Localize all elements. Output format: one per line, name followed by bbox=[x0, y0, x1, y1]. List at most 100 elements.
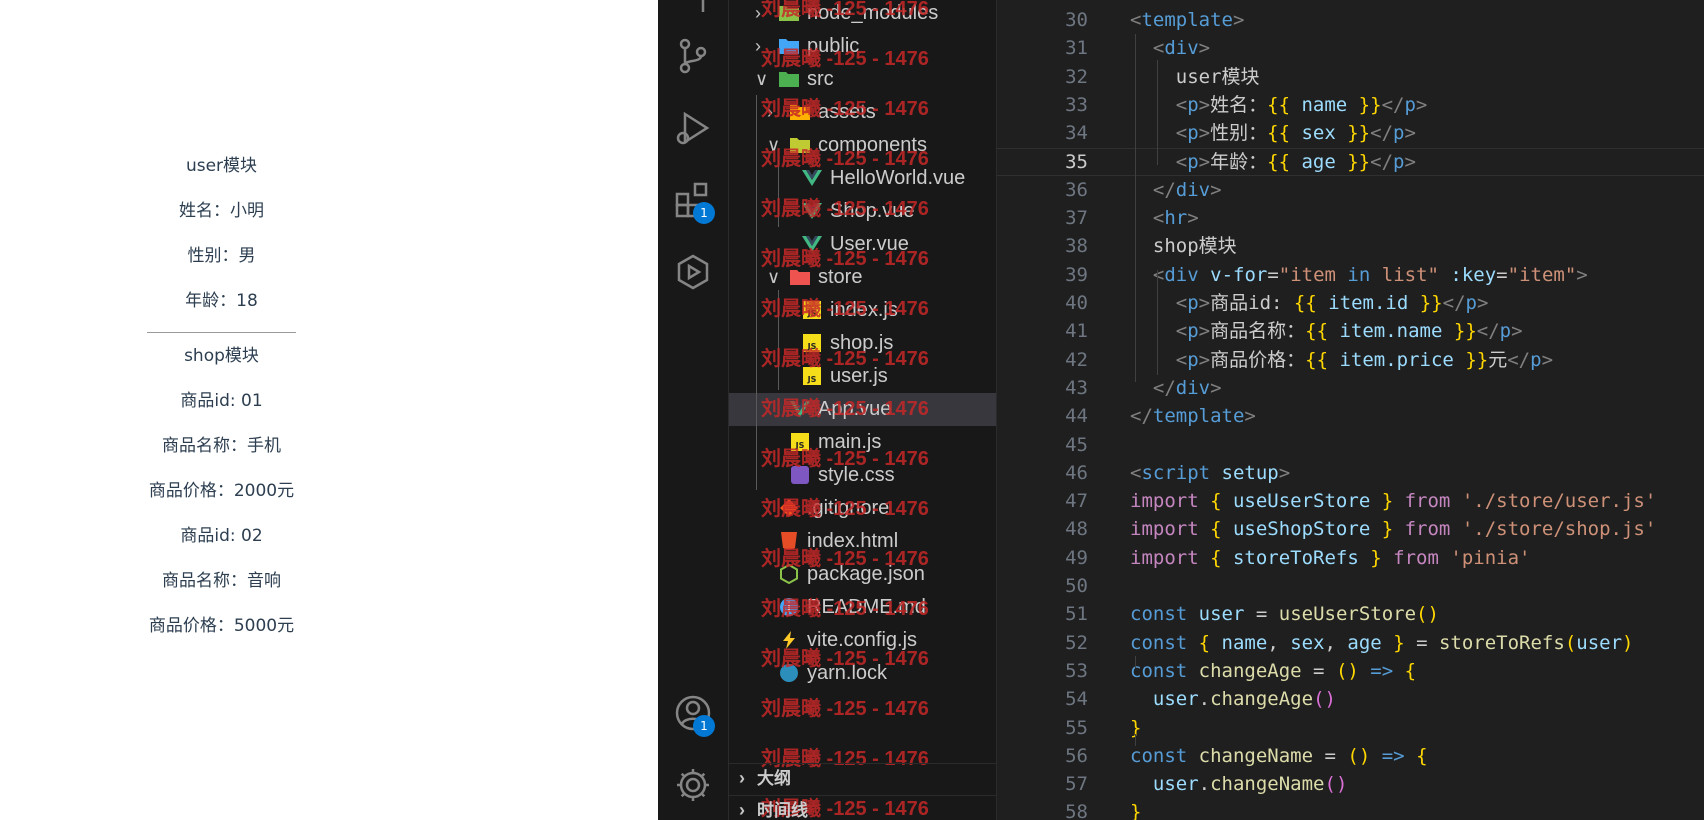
code-line[interactable]: 38 shop模块 bbox=[997, 232, 1704, 260]
code-line[interactable]: 36 </div> bbox=[997, 176, 1704, 204]
tree-item-label: shop.js bbox=[830, 332, 894, 354]
line-number: 39 bbox=[1065, 263, 1088, 286]
tree-item-label: node_modules bbox=[807, 2, 939, 24]
code-line[interactable]: 37 <hr> bbox=[997, 204, 1704, 232]
files-icon[interactable] bbox=[673, 0, 713, 20]
chevron-down-icon[interactable]: ∨ bbox=[767, 267, 781, 287]
code-text: const changeName = () => { bbox=[1130, 744, 1428, 767]
tree-file-item[interactable]: HelloWorld.vue bbox=[729, 162, 996, 195]
code-line[interactable]: 35 <p>年龄：{{ age }}</p> bbox=[997, 147, 1704, 176]
tree-file-item[interactable]: User.vue bbox=[729, 228, 996, 261]
tree-file-item[interactable]: App.vue bbox=[729, 393, 996, 426]
tree-folder-item[interactable]: ∨ components bbox=[729, 129, 996, 162]
code-line[interactable]: 55} bbox=[997, 714, 1704, 742]
chevron-right-icon[interactable]: › bbox=[767, 102, 781, 122]
tree-item-label: package.json bbox=[807, 563, 925, 585]
source-control-icon[interactable] bbox=[673, 36, 713, 76]
tree-file-item[interactable]: package.json bbox=[729, 558, 996, 591]
indent-guide bbox=[1135, 34, 1136, 382]
css-file-icon bbox=[789, 465, 811, 485]
line-number: 35 bbox=[1065, 150, 1088, 173]
tree-item-label: yarn.lock bbox=[807, 662, 888, 684]
code-line[interactable]: 50 bbox=[997, 572, 1704, 600]
code-line[interactable]: 40 <p>商品id: {{ item.id }}</p> bbox=[997, 289, 1704, 317]
tree-item-label: user.js bbox=[830, 365, 888, 387]
tree-folder-item[interactable]: ∨ store bbox=[729, 261, 996, 294]
accounts-icon[interactable]: 1 bbox=[673, 693, 715, 737]
tree-file-item[interactable]: JS main.js bbox=[729, 426, 996, 459]
tree-file-item[interactable]: style.css bbox=[729, 459, 996, 492]
indent-guide bbox=[778, 290, 779, 390]
line-number: 42 bbox=[1065, 348, 1088, 371]
horizontal-rule bbox=[147, 332, 296, 333]
line-number: 48 bbox=[1065, 518, 1088, 541]
tree-folder-item[interactable]: › assets bbox=[729, 96, 996, 129]
code-line[interactable]: 48 import { useShopStore } from './store/… bbox=[997, 515, 1704, 543]
public-folder-icon bbox=[778, 36, 800, 56]
tree-file-item[interactable]: Shop.vue bbox=[729, 195, 996, 228]
code-line[interactable]: 49 import { storeToRefs } from 'pinia' bbox=[997, 544, 1704, 572]
outline-section[interactable]: › 大纲 bbox=[729, 763, 996, 794]
code-line[interactable]: 45 bbox=[997, 431, 1704, 459]
code-line[interactable]: 57 user.changeName() bbox=[997, 770, 1704, 798]
code-line[interactable]: 42 <p>商品价格：{{ item.price }}元</p> bbox=[997, 346, 1704, 374]
tree-file-item[interactable]: index.html bbox=[729, 525, 996, 558]
tree-folder-item[interactable]: ∨ src bbox=[729, 63, 996, 96]
tree-item-label: index.js bbox=[830, 299, 898, 321]
code-line[interactable]: 33 <p>姓名：{{ name }}</p> bbox=[997, 91, 1704, 119]
code-line[interactable]: 32 user模块 bbox=[997, 63, 1704, 91]
tree-file-item[interactable]: JS shop.js bbox=[729, 327, 996, 360]
code-line[interactable]: 39 <div v-for="item in list" :key="item"… bbox=[997, 261, 1704, 289]
node-file-icon bbox=[778, 563, 800, 585]
chevron-down-icon[interactable]: ∨ bbox=[767, 135, 781, 155]
line-number: 53 bbox=[1065, 659, 1088, 682]
tree-file-item[interactable]: README.md bbox=[729, 591, 996, 624]
line-number: 47 bbox=[1065, 490, 1088, 513]
code-line[interactable]: 54 user.changeAge() bbox=[997, 685, 1704, 713]
code-line[interactable]: 46 <script setup> bbox=[997, 459, 1704, 487]
accounts-badge: 1 bbox=[693, 715, 715, 737]
js-file-icon: JS bbox=[801, 366, 823, 386]
watermark-text: 刘晨曦 -125 - 1476 bbox=[761, 698, 929, 720]
code-line[interactable]: 30 <template> bbox=[997, 6, 1704, 34]
code-line[interactable]: 56 const changeName = () => { bbox=[997, 742, 1704, 770]
line-number: 57 bbox=[1065, 773, 1088, 796]
code-editor[interactable]: 30 <template> 31 <div> 32 user模块 33 <p>姓名：{{… bbox=[997, 0, 1704, 820]
tree-file-item[interactable]: JS user.js bbox=[729, 360, 996, 393]
extensions-icon[interactable]: 1 bbox=[673, 180, 715, 224]
code-line[interactable]: 43 </div> bbox=[997, 374, 1704, 402]
user-name-text: 姓名：小明 bbox=[179, 201, 264, 221]
chevron-right-icon[interactable]: › bbox=[755, 36, 769, 56]
code-line[interactable]: 31 <div> bbox=[997, 34, 1704, 62]
tree-folder-item[interactable]: › node_modules bbox=[729, 0, 996, 30]
tree-file-item[interactable]: yarn.lock bbox=[729, 657, 996, 690]
tree-item-label: README.md bbox=[807, 596, 926, 618]
remote-explorer-icon[interactable] bbox=[673, 252, 713, 292]
code-text: </div> bbox=[1152, 178, 1222, 201]
tree-file-item[interactable]: JS index.js bbox=[729, 294, 996, 327]
code-line[interactable]: 41 <p>商品名称：{{ item.name }}</p> bbox=[997, 317, 1704, 345]
code-line[interactable]: 34 <p>性别：{{ sex }}</p> bbox=[997, 119, 1704, 147]
tree-item-label: index.html bbox=[807, 530, 899, 552]
run-debug-icon[interactable] bbox=[673, 108, 713, 148]
components-folder-icon bbox=[789, 135, 811, 155]
timeline-section[interactable]: › 时间线 bbox=[729, 795, 996, 820]
line-number: 49 bbox=[1065, 546, 1088, 569]
chevron-right-icon[interactable]: › bbox=[755, 3, 769, 23]
line-number: 54 bbox=[1065, 688, 1088, 711]
code-line[interactable]: 51 const user = useUserStore() bbox=[997, 600, 1704, 628]
tree-item-label: User.vue bbox=[830, 233, 909, 255]
chevron-down-icon[interactable]: ∨ bbox=[755, 69, 769, 89]
tree-item-label: App.vue bbox=[818, 398, 892, 420]
settings-gear-icon[interactable] bbox=[673, 765, 713, 805]
code-line[interactable]: 52 const { name, sex, age } = storeToRefs… bbox=[997, 629, 1704, 657]
tree-file-item[interactable]: vite.config.js bbox=[729, 624, 996, 657]
code-line[interactable]: 58} bbox=[997, 798, 1704, 820]
tree-folder-item[interactable]: › public bbox=[729, 30, 996, 63]
code-line[interactable]: 47 import { useUserStore } from './store/… bbox=[997, 487, 1704, 515]
code-line[interactable]: 44 </template> bbox=[997, 402, 1704, 430]
js-file-icon: JS bbox=[789, 432, 811, 452]
code-line[interactable]: 53 const changeAge = () => { bbox=[997, 657, 1704, 685]
tree-file-item[interactable]: .gitignore bbox=[729, 492, 996, 525]
line-number: 30 bbox=[1065, 9, 1088, 31]
